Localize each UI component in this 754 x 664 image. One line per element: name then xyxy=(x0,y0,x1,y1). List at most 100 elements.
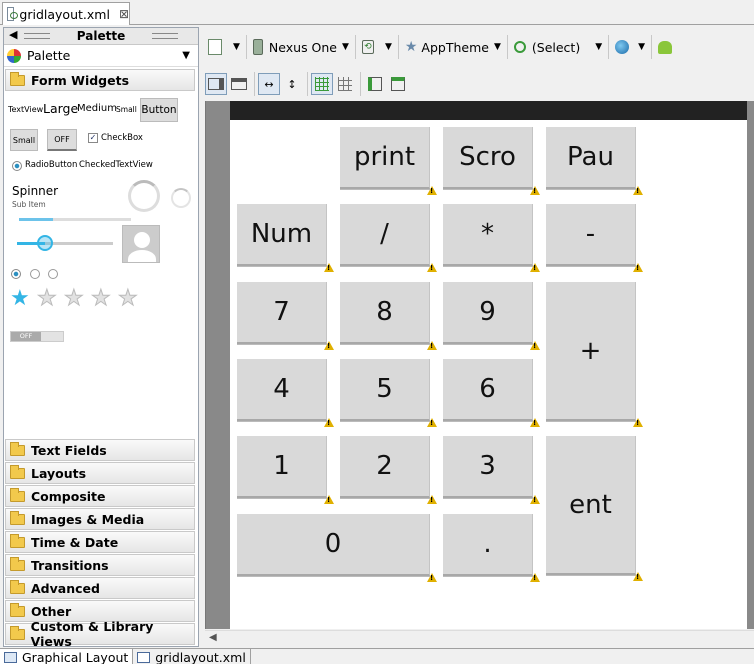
category-advanced[interactable]: Advanced xyxy=(5,577,195,599)
avatar-icon xyxy=(134,232,150,248)
keypad-key-button[interactable]: Scro xyxy=(443,127,540,195)
grid-cells-icon[interactable] xyxy=(334,73,356,95)
warning-icon xyxy=(633,418,643,427)
tab-graphical-layout[interactable]: Graphical Layout xyxy=(0,649,134,664)
widget-small-text[interactable]: Small xyxy=(116,105,137,114)
keypad-key-button[interactable]: 8 xyxy=(340,282,437,350)
keypad-key-button[interactable]: 4 xyxy=(237,359,334,427)
keypad-key-button[interactable]: ent xyxy=(546,436,643,581)
keypad-key-button[interactable]: print xyxy=(340,127,437,195)
keypad-key-button[interactable]: / xyxy=(340,204,437,272)
orientation-chooser[interactable]: ⟲ ▼ xyxy=(359,34,395,60)
chevron-down-icon[interactable]: ▼ xyxy=(233,42,240,52)
keypad-key-button[interactable]: + xyxy=(546,282,643,427)
keypad-key-button[interactable]: 1 xyxy=(237,436,334,504)
category-label: Layouts xyxy=(31,465,87,481)
layout-vertical-icon[interactable] xyxy=(228,73,250,95)
keypad-key-button[interactable]: . xyxy=(443,514,540,582)
star-empty-icon[interactable]: ★ xyxy=(91,287,112,310)
radio-icon[interactable] xyxy=(48,269,58,279)
chevron-down-icon[interactable]: ▼ xyxy=(494,42,501,52)
category-time-date[interactable]: Time & Date xyxy=(5,531,195,553)
widget-large-text[interactable]: Large xyxy=(43,101,78,116)
keypad-key-button[interactable]: * xyxy=(443,204,540,272)
keypad-key-button[interactable]: 3 xyxy=(443,436,540,504)
keypad-key-button[interactable]: Pau xyxy=(546,127,643,195)
keypad-key-button[interactable]: 0 xyxy=(237,514,437,582)
widget-textview[interactable]: TextView xyxy=(8,105,43,114)
editor-tab-gridlayout[interactable]: gridlayout.xml ⊠ xyxy=(2,2,130,25)
widget-radiobutton-icon[interactable] xyxy=(12,161,22,171)
keypad-key-button[interactable]: - xyxy=(546,204,643,272)
widget-seekbar[interactable] xyxy=(17,242,113,245)
category-custom-library-views[interactable]: Custom & Library Views xyxy=(5,619,195,649)
collapse-arrow-icon[interactable]: ◀ xyxy=(9,28,17,41)
widget-button[interactable]: Button xyxy=(140,98,178,122)
widget-spinner-subitem: Sub Item xyxy=(12,200,46,209)
horizontal-scrollbar[interactable]: ◀ xyxy=(205,630,754,646)
key-label: 9 xyxy=(479,297,496,327)
widget-medium-text[interactable]: Medium xyxy=(77,103,117,114)
chevron-down-icon[interactable]: ▼ xyxy=(385,42,392,52)
key-label: ent xyxy=(569,489,612,520)
layout-canvas[interactable]: print Scro Pau Num / * - 7 8 9 +4 5 6 1 2 3 ent 0. xyxy=(205,101,754,629)
locale-chooser[interactable]: ▼ xyxy=(612,34,648,60)
category-text-fields[interactable]: Text Fields xyxy=(5,439,195,461)
show-grid-icon[interactable] xyxy=(311,73,333,95)
folder-icon xyxy=(10,579,25,594)
keypad-key-button[interactable]: 5 xyxy=(340,359,437,427)
warning-icon xyxy=(530,573,540,582)
category-label: Advanced xyxy=(31,580,100,596)
chevron-down-icon[interactable]: ▼ xyxy=(342,42,349,52)
chevron-down-icon[interactable]: ▼ xyxy=(638,42,645,52)
tab-xml-source[interactable]: gridlayout.xml xyxy=(133,649,251,664)
keypad-key-button[interactable]: 7 xyxy=(237,282,334,350)
close-icon[interactable]: ⊠ xyxy=(119,7,129,21)
category-label: Other xyxy=(31,603,72,619)
palette-dropdown[interactable]: Palette ▼ xyxy=(4,45,198,67)
device-chooser[interactable]: Nexus One ▼ xyxy=(250,34,352,60)
widget-small-button[interactable]: Small xyxy=(10,129,38,151)
widget-progress-bar[interactable] xyxy=(19,218,131,221)
keypad-key-button[interactable]: 2 xyxy=(340,436,437,504)
category-images-media[interactable]: Images & Media xyxy=(5,508,195,530)
star-empty-icon[interactable]: ★ xyxy=(118,287,139,310)
palette-title-bar[interactable]: ◀ Palette xyxy=(4,28,198,45)
progress-small-icon[interactable] xyxy=(171,188,191,208)
category-composite[interactable]: Composite xyxy=(5,485,195,507)
widget-quickcontactbadge[interactable] xyxy=(122,225,160,263)
keypad-key-button[interactable]: Num xyxy=(237,204,334,272)
keypad-key-button[interactable]: 6 xyxy=(443,359,540,427)
category-transitions[interactable]: Transitions xyxy=(5,554,195,576)
file-config-icon xyxy=(208,39,222,55)
chevron-down-icon[interactable]: ▼ xyxy=(595,42,602,52)
progress-large-icon[interactable] xyxy=(128,180,160,212)
theme-chooser[interactable]: ★ AppTheme ▼ xyxy=(402,34,504,60)
radio-icon[interactable] xyxy=(30,269,40,279)
widget-checkbox-icon[interactable]: ✓ xyxy=(88,133,98,143)
star-filled-icon[interactable]: ★ xyxy=(10,288,30,310)
scroll-left-icon[interactable]: ◀ xyxy=(209,632,217,643)
config-chooser[interactable]: ▼ xyxy=(205,34,243,60)
widget-toggle-button[interactable]: OFF xyxy=(47,129,77,151)
seekbar-thumb-icon[interactable] xyxy=(37,235,53,251)
widget-checkedtextview[interactable]: CheckedTextView xyxy=(79,160,153,170)
star-empty-icon[interactable]: ★ xyxy=(64,287,85,310)
widget-switch[interactable]: OFF xyxy=(10,331,64,342)
category-label: Images & Media xyxy=(31,511,145,527)
category-form-widgets[interactable]: Form Widgets xyxy=(5,69,195,91)
radio-selected-icon[interactable] xyxy=(11,269,21,279)
insert-column-icon[interactable] xyxy=(364,73,386,95)
api-level-chooser[interactable] xyxy=(655,34,675,60)
star-empty-icon[interactable]: ★ xyxy=(37,287,58,310)
insert-row-icon[interactable] xyxy=(387,73,409,95)
toggle-fill-width-icon[interactable]: ↔ xyxy=(258,73,280,95)
keypad-key-button[interactable]: 9 xyxy=(443,282,540,350)
category-layouts[interactable]: Layouts xyxy=(5,462,195,484)
activity-chooser[interactable]: (Select) ▼ xyxy=(511,34,605,60)
layout-horizontal-icon[interactable] xyxy=(205,73,227,95)
toggle-fill-height-icon[interactable]: ↕ xyxy=(281,73,303,95)
widget-spinner[interactable]: Spinner xyxy=(12,184,58,198)
chevron-down-icon[interactable]: ▼ xyxy=(182,50,190,61)
device-screen: print Scro Pau Num / * - 7 8 9 +4 5 6 1 2 3 ent 0. xyxy=(230,120,747,629)
